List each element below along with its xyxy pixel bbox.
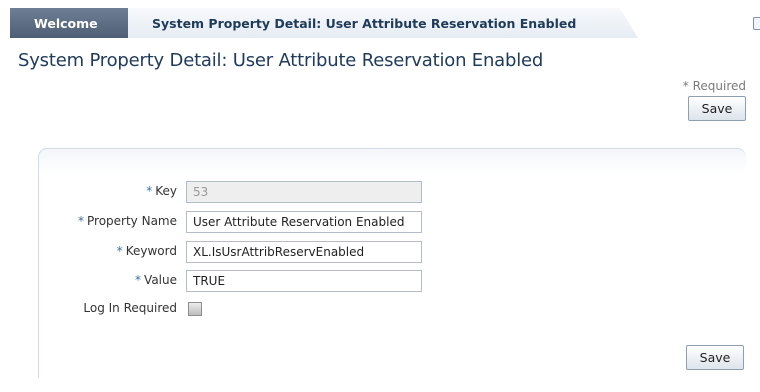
keyword-label: * Keyword <box>116 244 177 258</box>
tab-system-property-detail[interactable]: System Property Detail: User Attribute R… <box>128 8 638 38</box>
keyword-row: * Keyword XL.IsUsrAttribReservEnabled <box>0 241 760 263</box>
required-star: * <box>135 273 142 287</box>
key-input: 53 <box>186 181 422 203</box>
save-button-top[interactable]: Save <box>688 96 746 121</box>
tab-bar: Welcome System Property Detail: User Att… <box>0 0 760 38</box>
key-label: * Key <box>146 184 177 198</box>
required-star: * <box>146 184 153 198</box>
property-name-label: * Property Name <box>78 214 177 228</box>
tab-welcome-label: Welcome <box>34 15 98 31</box>
keyword-input[interactable]: XL.IsUsrAttribReservEnabled <box>186 241 422 263</box>
required-star: * <box>116 244 123 258</box>
key-row: * Key 53 <box>0 181 760 203</box>
page-title: System Property Detail: User Attribute R… <box>18 50 544 71</box>
property-name-row: * Property Name User Attribute Reservatio… <box>0 211 760 233</box>
login-required-label: Log In Required <box>83 301 177 315</box>
required-star: * <box>78 214 84 228</box>
value-input[interactable]: TRUE <box>186 270 422 292</box>
save-button-bottom[interactable]: Save <box>686 345 744 370</box>
login-required-row: Log In Required <box>0 298 760 320</box>
required-note: * Required <box>682 79 746 93</box>
property-name-input[interactable]: User Attribute Reservation Enabled <box>186 211 422 233</box>
tab-system-property-detail-label: System Property Detail: User Attribute R… <box>152 15 577 31</box>
tab-close-icon[interactable] <box>753 17 760 30</box>
login-required-checkbox[interactable] <box>188 302 202 316</box>
value-label: * Value <box>135 273 177 287</box>
value-row: * Value TRUE <box>0 270 760 292</box>
tab-welcome[interactable]: Welcome <box>10 8 142 38</box>
